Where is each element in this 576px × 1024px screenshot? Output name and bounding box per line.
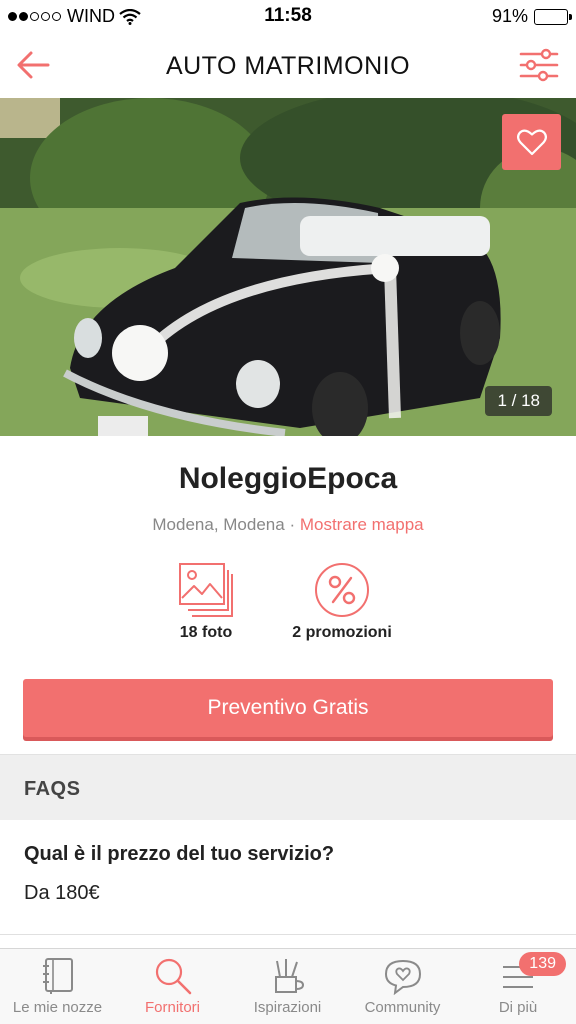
tab-ispirazioni[interactable]: Ispirazioni: [230, 949, 345, 1024]
vendor-location: Modena, Modena: [152, 515, 285, 534]
faq-answer: Da 180€: [24, 882, 100, 904]
battery-percent: 91%: [491, 6, 528, 26]
promotions-count: 2 promozioni: [292, 624, 392, 641]
promotions-stat[interactable]: 2 promozioni: [257, 562, 427, 642]
tab-di-piu[interactable]: Di più 139: [460, 949, 576, 1024]
heart-icon: [516, 129, 547, 156]
chat-heart-icon: [384, 959, 421, 995]
favorite-button[interactable]: [502, 114, 561, 170]
faq-section-header: FAQS: [0, 754, 576, 820]
free-quote-button[interactable]: Preventivo Gratis: [23, 679, 553, 737]
divider: [0, 934, 576, 935]
battery-icon: [534, 8, 572, 25]
bottom-tab-bar: Le mie nozze Fornitori Ispirazioni Commu…: [0, 948, 576, 1024]
tab-label: Fornitori: [144, 999, 200, 1016]
tab-label: Ispirazioni: [253, 999, 322, 1016]
location-line: Modena, Modena · Mostrare mappa: [0, 515, 576, 535]
separator-dot: ·: [284, 515, 300, 534]
status-bar: WIND 11:58 91%: [0, 0, 576, 32]
tab-label: Le mie nozze: [12, 999, 103, 1016]
brushes-cup-icon: [274, 959, 304, 993]
show-map-link[interactable]: Mostrare mappa: [300, 515, 424, 534]
filter-sliders-icon[interactable]: [518, 46, 560, 84]
nav-bar: AUTO MATRIMONIO: [0, 32, 576, 98]
faq-title: FAQS: [24, 778, 81, 800]
search-icon: [155, 958, 191, 995]
tab-community[interactable]: Community: [345, 949, 460, 1024]
tab-le-mie-nozze[interactable]: Le mie nozze: [0, 949, 115, 1024]
tab-label: Community: [364, 999, 441, 1016]
tab-label: Di più: [498, 999, 538, 1016]
vendor-name: NoleggioEpoca: [178, 462, 398, 495]
hero-photo[interactable]: 1 / 18: [0, 98, 576, 436]
vendor-stats: 18 foto 2 promozioni: [0, 562, 576, 652]
clock: 11:58: [264, 5, 312, 26]
percent-badge-icon: [315, 563, 369, 617]
battery-status: 91%: [491, 6, 572, 27]
page-title: AUTO MATRIMONIO: [165, 52, 411, 80]
photo-counter: 1 / 18: [485, 386, 552, 416]
faq-question: Qual è il prezzo del tuo servizio?: [24, 843, 335, 865]
notification-badge: 139: [519, 952, 566, 976]
photo-gallery-icon: [179, 563, 233, 617]
notebook-icon: [42, 958, 73, 994]
tab-fornitori[interactable]: Fornitori: [115, 949, 230, 1024]
